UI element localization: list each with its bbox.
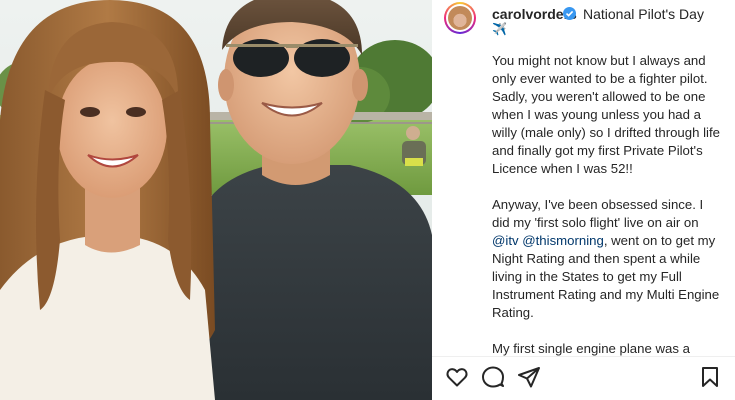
post-header: carolvorders National Pilot's Day ✈️ xyxy=(432,0,735,44)
avatar-ring xyxy=(446,4,474,32)
caption-paragraph-3: My first single engine plane was a DA40 … xyxy=(492,341,690,356)
caption-paragraph-2: Anyway, I've been obsessed since. I did … xyxy=(492,196,724,322)
mention-thismorning-link[interactable]: @thismorning xyxy=(522,233,604,248)
avatar[interactable] xyxy=(444,2,476,34)
caption-paragraph-1: You might not know but I always and only… xyxy=(492,53,720,176)
post-photo[interactable] xyxy=(0,0,432,400)
photo-illustration xyxy=(0,0,432,400)
comment-icon[interactable] xyxy=(481,365,505,389)
airplane-emoji-icon: ✈️ xyxy=(492,22,507,36)
post-actions-bar xyxy=(432,356,735,400)
avatar-image xyxy=(448,6,472,30)
heart-icon[interactable] xyxy=(445,365,469,389)
verified-badge-icon xyxy=(563,7,576,20)
share-icon[interactable] xyxy=(517,365,541,389)
caption-paragraph-2-start: Anyway, I've been obsessed since. I did … xyxy=(492,197,704,230)
mention-itv-link[interactable]: @itv xyxy=(492,233,519,248)
instagram-post: carolvorders National Pilot's Day ✈️ You… xyxy=(0,0,735,400)
caption-title: National Pilot's Day xyxy=(583,6,704,22)
caption-text: You might not know but I always and only… xyxy=(492,52,724,356)
post-sidebar: carolvorders National Pilot's Day ✈️ You… xyxy=(432,0,735,400)
bookmark-icon[interactable] xyxy=(698,365,722,389)
